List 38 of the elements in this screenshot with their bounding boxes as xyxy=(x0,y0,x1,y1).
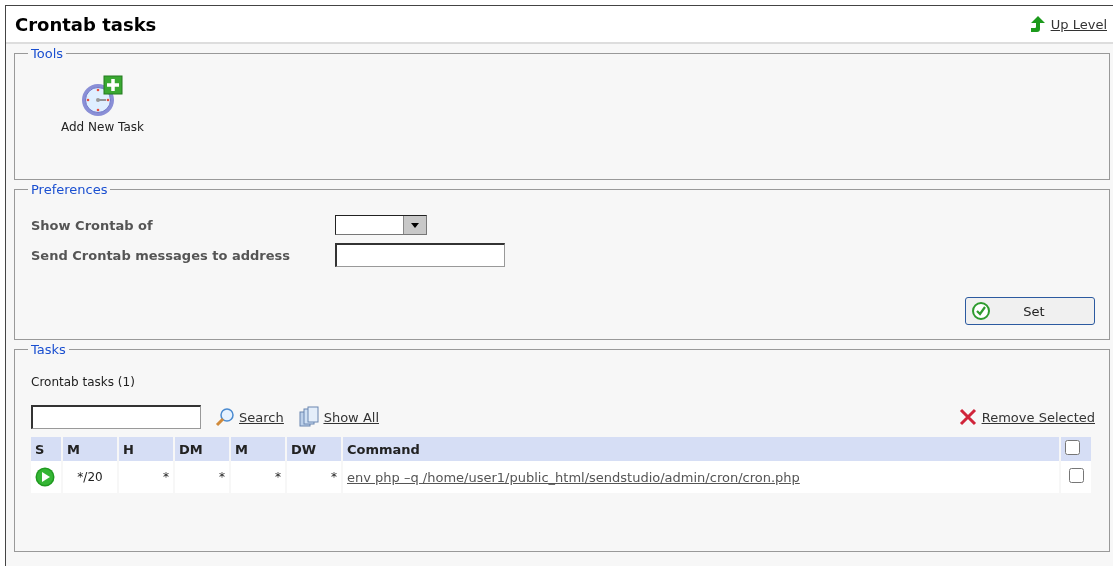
section-legend: Tools xyxy=(28,46,67,61)
task-count: Crontab tasks (1) xyxy=(31,375,136,389)
row-checkbox[interactable] xyxy=(1068,468,1084,483)
column-header: DW xyxy=(287,437,341,461)
column-header: M xyxy=(231,437,285,461)
show-all-link[interactable]: Show All xyxy=(297,406,379,428)
page-title: Crontab tasks xyxy=(15,13,157,35)
crontab-select[interactable] xyxy=(335,215,427,235)
search-icon xyxy=(215,407,235,427)
table-cell: * xyxy=(175,461,229,493)
check-circle-icon xyxy=(972,302,990,320)
search-link[interactable]: Search xyxy=(215,407,284,427)
section-legend: Tasks xyxy=(28,342,69,357)
table-cell: * xyxy=(287,461,341,493)
clock-plus-icon xyxy=(80,74,125,118)
section-legend: Preferences xyxy=(28,182,111,197)
play-icon xyxy=(35,467,55,487)
field-label: Send Crontab messages to address xyxy=(31,247,291,263)
close-icon xyxy=(957,407,978,427)
remove-selected-link[interactable]: Remove Selected xyxy=(957,407,1095,427)
up-level-link[interactable]: Up Level xyxy=(1028,15,1107,33)
table-cell: * xyxy=(119,461,173,493)
search-field[interactable] xyxy=(31,405,201,429)
column-header: M xyxy=(63,437,117,461)
table-cell: */20 xyxy=(63,461,117,493)
up-arrow-icon xyxy=(1028,15,1047,33)
set-button[interactable]: Set xyxy=(965,297,1095,325)
add-task-link[interactable]: Add New Task xyxy=(61,74,144,134)
dropdown-caret-icon xyxy=(411,222,419,228)
column-header: Command xyxy=(343,437,1059,461)
email-field[interactable] xyxy=(335,243,505,267)
pages-icon xyxy=(297,406,320,428)
table-cell: * xyxy=(231,461,285,493)
column-header: H xyxy=(119,437,173,461)
select-all-checkbox[interactable] xyxy=(1065,440,1080,455)
field-label: Show Crontab of xyxy=(31,217,154,233)
column-header: S xyxy=(31,437,61,461)
column-header: DM xyxy=(175,437,229,461)
